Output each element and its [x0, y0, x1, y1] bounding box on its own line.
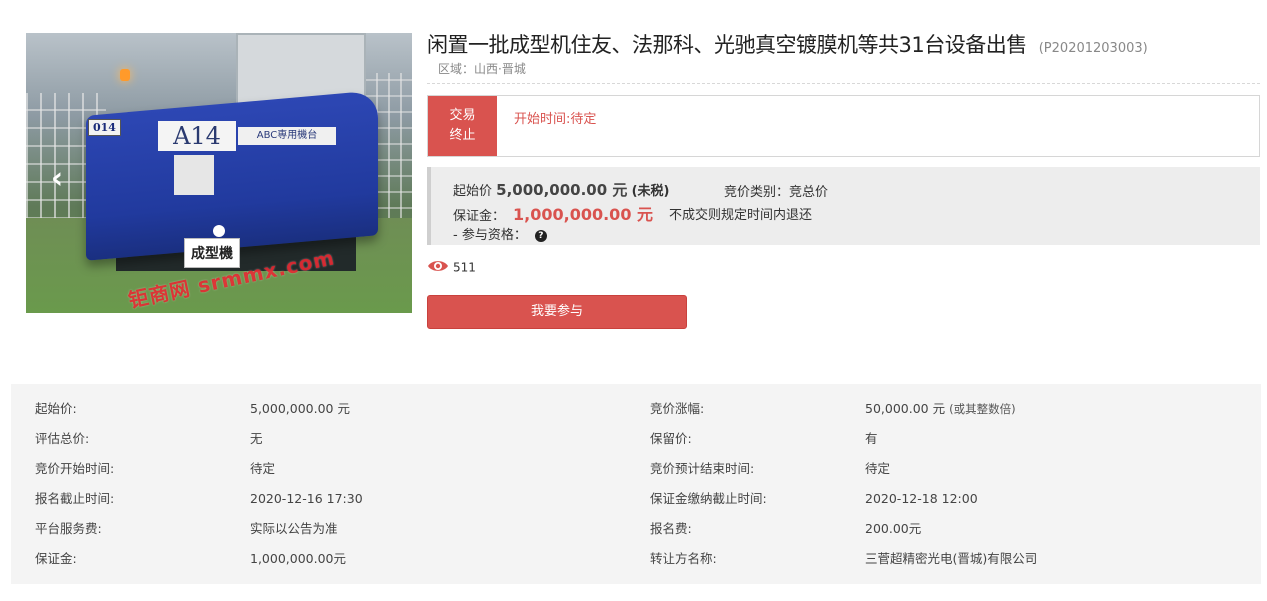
start-time: 开始时间:待定: [514, 112, 597, 127]
detail-value: 三菅超精密光电(晋城)有限公司: [865, 551, 1038, 566]
detail-value: 50,000.00 元 (或其整数倍): [865, 394, 1016, 424]
deposit-value: 1,000,000.00 元: [513, 205, 654, 224]
chevron-left-icon[interactable]: ‹: [44, 161, 70, 197]
photo-tag-abc: ABC専用機台: [238, 127, 336, 145]
detail-label: 保留价:: [650, 431, 692, 446]
detail-value: 200.00元: [865, 521, 922, 536]
detail-value: 待定: [865, 461, 891, 476]
start-price-line: 起始价 5,000,000.00 元 (未税): [453, 179, 669, 200]
auction-details-table: 起始价: 5,000,000.00 元 竞价涨幅: 50,000.00 元 (或…: [11, 384, 1261, 584]
photo-machine-body: [86, 90, 378, 261]
detail-value-note: (或其整数倍): [949, 402, 1016, 416]
view-count-value: 511: [453, 260, 476, 275]
listing-region: 区域：山西·晋城: [438, 62, 526, 76]
photo-tag-number: 014: [88, 119, 121, 136]
start-price-value: 5,000,000.00 元: [496, 181, 628, 199]
participate-button[interactable]: 我要参与: [427, 295, 687, 329]
detail-label: 保证金:: [35, 551, 77, 566]
details-row: 保证金: 1,000,000.00元 转让方名称: 三菅超精密光电(晋城)有限公…: [11, 544, 1261, 574]
detail-value: 2020-12-16 17:30: [250, 491, 363, 506]
tax-note: (未税): [631, 184, 670, 199]
detail-label: 平台服务费:: [35, 521, 102, 536]
details-row: 平台服务费: 实际以公告为准 报名费: 200.00元: [11, 514, 1261, 544]
eye-icon: [427, 259, 449, 276]
status-badge: 交易 终止: [428, 96, 497, 156]
details-row: 竞价开始时间: 待定 竞价预计结束时间: 待定: [11, 454, 1261, 484]
detail-label: 竞价预计结束时间:: [650, 461, 755, 476]
view-count: 511: [427, 259, 476, 279]
detail-label: 竞价开始时间:: [35, 461, 115, 476]
listing-title: 闲置一批成型机住友、法那科、光驰真空镀膜机等共31台设备出售: [427, 33, 1027, 57]
qualification-line: - 参与资格：?: [453, 224, 547, 243]
product-image-gallery[interactable]: 014 A14 ABC専用機台 成型機 钜商网 srmmx.com ‹: [26, 33, 412, 313]
detail-label: 起始价:: [35, 401, 77, 416]
price-summary-box: 起始价 5,000,000.00 元 (未税) 竞价类别：竞总价 保证金： 1,0…: [427, 167, 1260, 245]
detail-label: 评估总价:: [35, 431, 90, 446]
detail-value: 无: [250, 431, 263, 446]
detail-value: 实际以公告为准: [250, 521, 338, 536]
listing-title-row: 闲置一批成型机住友、法那科、光驰真空镀膜机等共31台设备出售 (P20201203…: [427, 33, 1260, 57]
photo-warning-light: [120, 69, 130, 81]
details-row: 评估总价: 无 保留价: 有: [11, 424, 1261, 454]
detail-value: 2020-12-18 12:00: [865, 491, 978, 506]
detail-label: 报名费:: [650, 521, 692, 536]
details-row: 报名截止时间: 2020-12-16 17:30 保证金缴纳截止时间: 2020…: [11, 484, 1261, 514]
detail-label: 保证金缴纳截止时间:: [650, 491, 767, 506]
listing-code: (P20201203003): [1038, 41, 1148, 56]
detail-label: 转让方名称:: [650, 551, 717, 566]
detail-value-main: 50,000.00 元: [865, 401, 946, 416]
status-badge-line1: 交易: [449, 108, 476, 123]
detail-value: 5,000,000.00 元: [250, 401, 350, 416]
detail-value: 待定: [250, 461, 276, 476]
photo-tag-model: A14: [158, 121, 236, 151]
deposit-line: 保证金： 1,000,000.00 元: [453, 201, 653, 225]
details-row: 起始价: 5,000,000.00 元 竞价涨幅: 50,000.00 元 (或…: [11, 394, 1261, 424]
detail-label: 竞价涨幅:: [650, 401, 705, 416]
detail-label: 报名截止时间:: [35, 491, 115, 506]
question-icon[interactable]: ?: [534, 230, 547, 242]
bid-category: 竞价类别：竞总价: [724, 185, 829, 200]
divider: [427, 83, 1260, 84]
qualification-label: - 参与资格：: [453, 228, 527, 243]
auction-status-box: 交易 终止 开始时间:待定: [427, 95, 1260, 157]
refund-note: 不成交则规定时间内退还: [669, 208, 813, 223]
photo-indicator-dot[interactable]: [213, 225, 225, 237]
detail-value: 有: [865, 431, 878, 446]
deposit-label: 保证金：: [453, 209, 506, 224]
start-price-label: 起始价: [453, 184, 493, 199]
detail-value: 1,000,000.00元: [250, 551, 346, 566]
status-badge-line2: 终止: [449, 128, 476, 143]
photo-sticker: [174, 155, 214, 195]
